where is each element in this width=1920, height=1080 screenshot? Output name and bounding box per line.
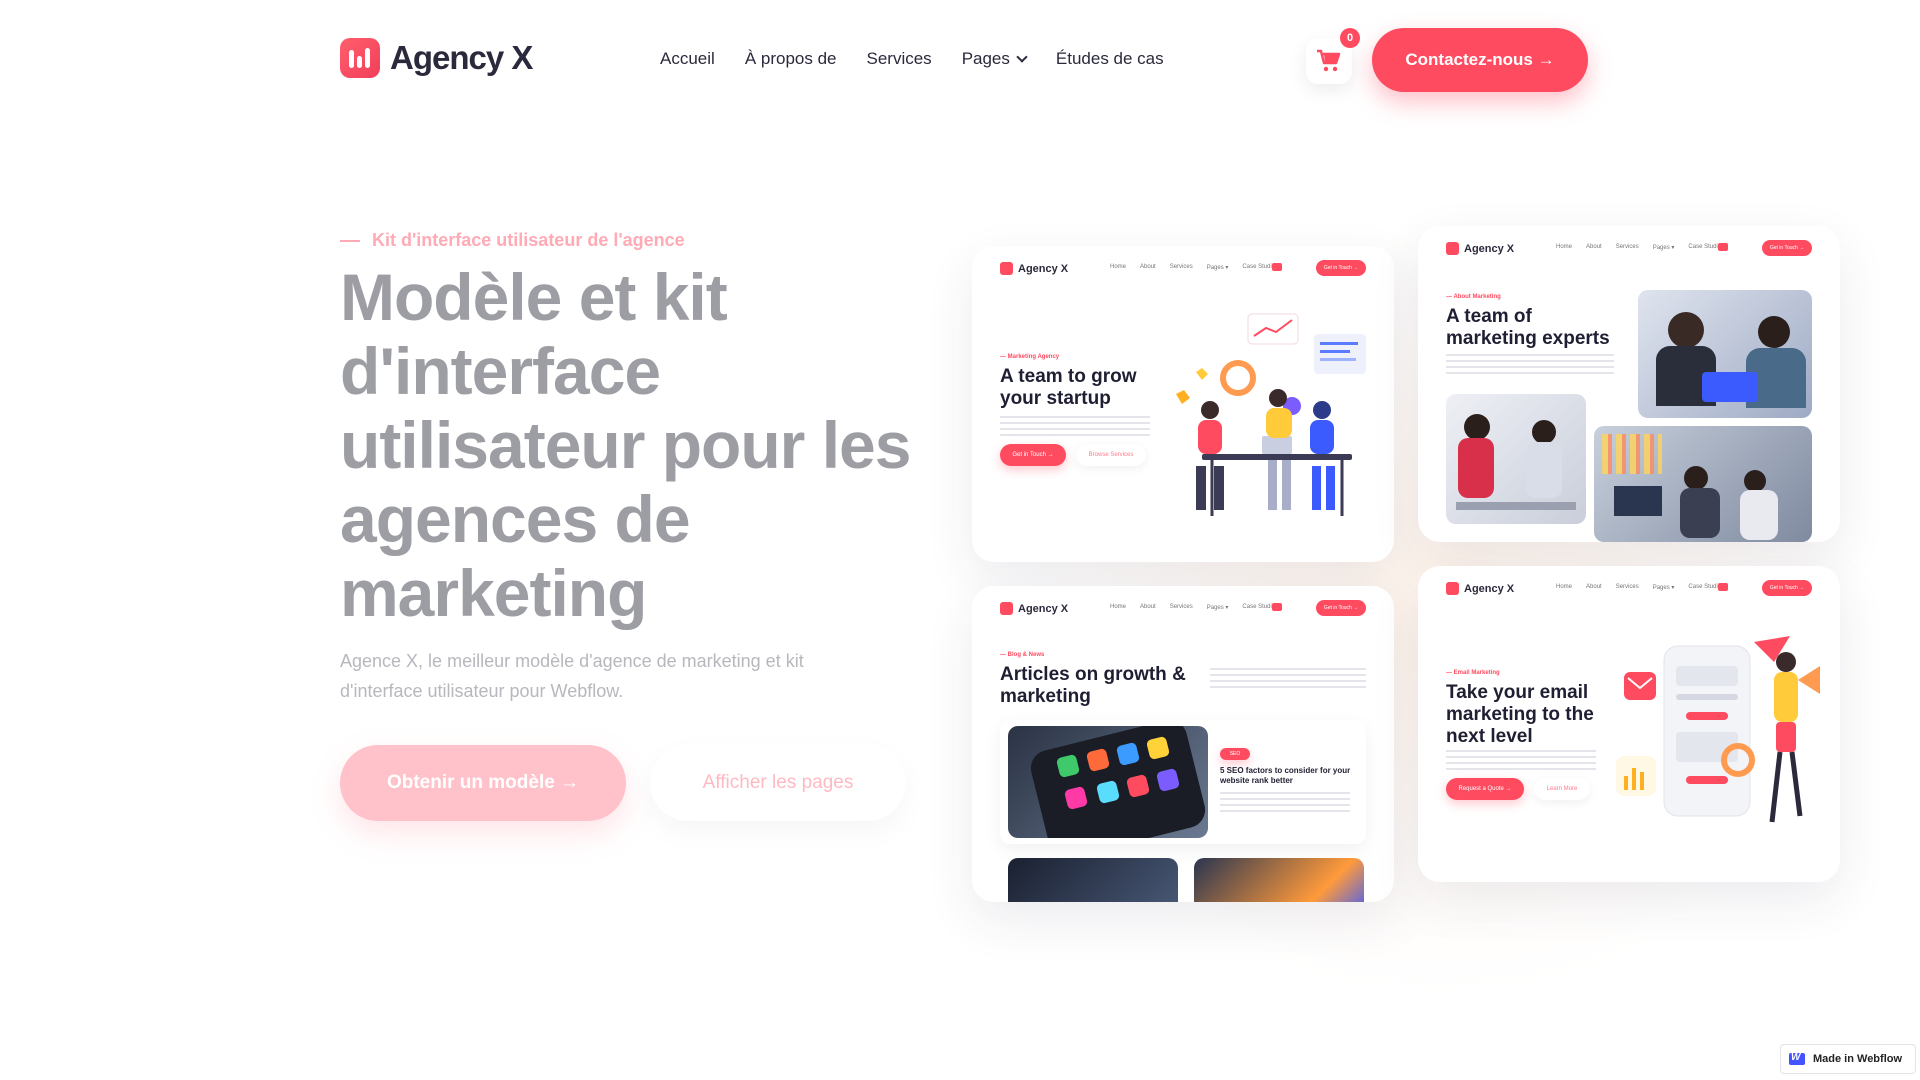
blog-post-card: SEO 5 SEO factors to consider for your w… (1000, 720, 1366, 844)
logo-icon (340, 38, 380, 78)
webflow-badge-label: Made in Webflow (1813, 1053, 1903, 1065)
eyebrow-line (340, 239, 360, 242)
mini-cta: Get in Touch → (1316, 600, 1366, 616)
mini-logo: Agency X (1446, 582, 1514, 595)
nav-item-services[interactable]: Services (867, 49, 932, 69)
mini-cart-icon (1718, 243, 1728, 251)
card-tag: — Email Marketing (1446, 670, 1500, 676)
mini-nav-links: Home About Services Pages ▾ Case Studies (1556, 584, 1725, 591)
email-illustration (1616, 636, 1820, 823)
card-secondary-pill: Browse Services (1076, 444, 1146, 466)
chevron-down-icon (1016, 51, 1028, 63)
blog-post-title: 5 SEO factors to consider for your websi… (1220, 766, 1351, 785)
cart-count-badge: 0 (1340, 28, 1360, 48)
card-text (1000, 416, 1150, 438)
team-photo-office (1594, 426, 1812, 542)
blog-post-excerpt (1220, 792, 1350, 814)
seo-badge: SEO (1220, 748, 1250, 760)
nav-item-pages[interactable]: Pages (961, 49, 1028, 69)
card-tag: — Marketing Agency (1000, 354, 1060, 360)
main-nav: Accueil À propos de Services Pages Étude… (660, 49, 1164, 69)
nav-item-about[interactable]: À propos de (745, 49, 837, 69)
blog-thumb-2 (1194, 858, 1364, 902)
mini-cart-icon (1272, 263, 1282, 271)
preview-card-about[interactable]: Agency X Home About Services Pages ▾ Case St… (1418, 226, 1840, 542)
site-header: Agency X Accueil À propos de Services Pa… (0, 0, 1920, 120)
team-photo-whiteboard (1446, 394, 1586, 524)
preview-card-email[interactable]: Agency X Home About Services Pages ▾ Case St… (1418, 566, 1840, 882)
mini-navbar: Agency X Home About Services Pages ▾ Case St… (1446, 580, 1812, 600)
mini-logo: Agency X (1000, 602, 1068, 615)
hero-eyebrow: Kit d'interface utilisateur de l'agence (340, 230, 685, 251)
logo-text: Agency X (390, 39, 533, 76)
mini-nav-links: Home About Services Pages ▾ Case Studies (1110, 604, 1279, 611)
nav-item-pages-label: Pages (961, 49, 1010, 68)
card-title: A team to grow your startup (1000, 366, 1137, 409)
card-title: Articles on growth & marketing (1000, 664, 1186, 707)
made-in-webflow-badge[interactable]: Made in Webflow (1780, 1044, 1916, 1074)
mini-cta: Get in Touch → (1316, 260, 1366, 276)
team-illustration (1176, 313, 1366, 516)
card-title: Take your email marketing to the next le… (1446, 682, 1594, 747)
nav-item-accueil[interactable]: Accueil (660, 49, 715, 69)
mini-nav-links: Home About Services Pages ▾ Case Studies (1110, 264, 1279, 271)
get-template-button[interactable]: Obtenir un modèle → (340, 745, 626, 821)
card-title: A team of marketing experts (1446, 306, 1610, 349)
card-text (1210, 668, 1366, 690)
card-tag: — Blog & News (1000, 652, 1045, 658)
hero-title: Modèle et kit d'interface utilisateur po… (340, 260, 911, 630)
hero-subtitle: Agence X, le meilleur modèle d'agence de… (340, 651, 804, 701)
site-logo[interactable]: Agency X (340, 38, 533, 78)
mini-logo: Agency X (1000, 262, 1068, 275)
nav-item-case-studies[interactable]: Études de cas (1056, 49, 1164, 69)
mini-logo: Agency X (1446, 242, 1514, 255)
webflow-icon (1789, 1052, 1805, 1065)
mini-navbar: Agency X Home About Services Pages ▾ Case St… (1000, 600, 1366, 620)
mini-navbar: Agency X Home About Services Pages ▾ Case St… (1000, 260, 1366, 280)
preview-card-home[interactable]: Agency X Home About Services Pages ▾ Case St… (972, 246, 1394, 562)
card-primary-pill: Request a Quote → (1446, 778, 1524, 800)
mini-nav-links: Home About Services Pages ▾ Case Studies (1556, 244, 1725, 251)
view-pages-button[interactable]: Afficher les pages (650, 745, 906, 821)
eyebrow-text: Kit d'interface utilisateur de l'agence (372, 230, 685, 250)
mini-cta: Get in Touch → (1762, 240, 1812, 256)
mini-cart-icon (1718, 583, 1728, 591)
phone-photo (1008, 726, 1208, 838)
contact-button[interactable]: Contactez-nous → (1372, 28, 1588, 92)
card-text (1446, 750, 1596, 772)
mini-navbar: Agency X Home About Services Pages ▾ Case St… (1446, 240, 1812, 260)
card-primary-pill: Get in Touch → (1000, 444, 1066, 466)
mini-cart-icon (1272, 603, 1282, 611)
card-tag: — About Marketing (1446, 294, 1501, 300)
mini-cta: Get in Touch → (1762, 580, 1812, 596)
card-secondary-pill: Learn More (1534, 778, 1590, 800)
card-text (1446, 354, 1614, 376)
cart-icon (1317, 49, 1341, 72)
team-photo-laptop (1638, 290, 1812, 418)
blog-thumb-1 (1008, 858, 1178, 902)
preview-card-blog[interactable]: Agency X Home About Services Pages ▾ Case St… (972, 586, 1394, 902)
